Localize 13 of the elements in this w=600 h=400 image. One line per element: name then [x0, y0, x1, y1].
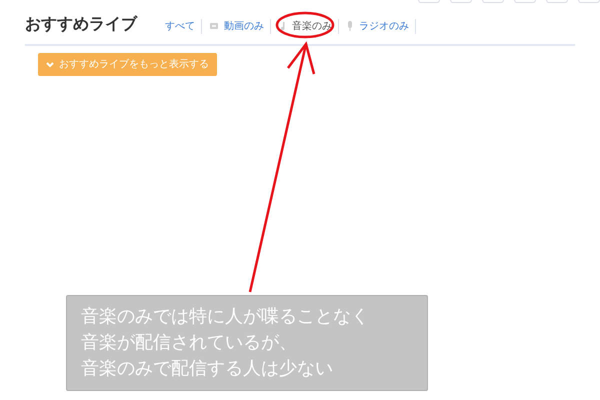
chevron-down-icon — [46, 62, 54, 68]
annotation-text: 音楽のみでは特に人が喋ることなく — [81, 305, 370, 329]
filter-link[interactable]: ラジオのみ — [359, 18, 409, 34]
section-title: おすすめライブ — [25, 13, 137, 35]
annotation-text: 音楽が配信されているが、 — [81, 331, 298, 355]
filter-link[interactable]: 音楽のみ — [292, 18, 332, 34]
annotation-text: 音楽のみで配信する人は少ない — [81, 357, 334, 381]
filter-link[interactable]: すべて — [165, 18, 195, 34]
microphone-icon — [347, 21, 353, 31]
music-note-icon — [279, 22, 286, 30]
highlight-circle — [276, 12, 334, 38]
video-icon — [210, 23, 218, 29]
filter-link[interactable]: 動画のみ — [224, 18, 264, 34]
